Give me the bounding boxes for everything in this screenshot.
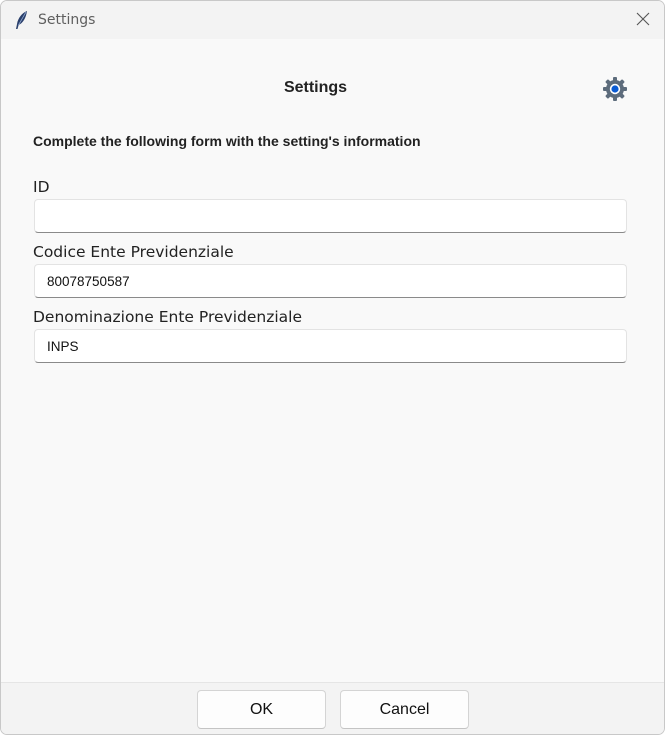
cancel-button[interactable]: Cancel [340, 690, 469, 729]
denominazione-ente-input[interactable] [34, 329, 627, 363]
close-icon [636, 11, 650, 30]
feather-icon [14, 10, 30, 30]
ok-button[interactable]: OK [197, 690, 326, 729]
codice-ente-label: Codice Ente Previdenziale [33, 243, 234, 261]
settings-window: Settings Settings Complete the following… [0, 0, 665, 735]
id-input[interactable] [34, 199, 627, 233]
dialog-header-title: Settings [283, 79, 348, 96]
window-title: Settings [38, 12, 96, 28]
close-button[interactable] [621, 1, 664, 39]
id-label: ID [33, 178, 50, 196]
title-bar: Settings [1, 1, 664, 39]
denominazione-ente-label: Denominazione Ente Previdenziale [33, 308, 302, 326]
dialog-footer: OK Cancel [1, 682, 664, 734]
gear-icon[interactable] [602, 76, 628, 102]
form-instructions: Complete the following form with the set… [33, 133, 421, 149]
dialog-content: Settings Complete the following form wit… [1, 39, 664, 682]
codice-ente-input[interactable] [34, 264, 627, 298]
